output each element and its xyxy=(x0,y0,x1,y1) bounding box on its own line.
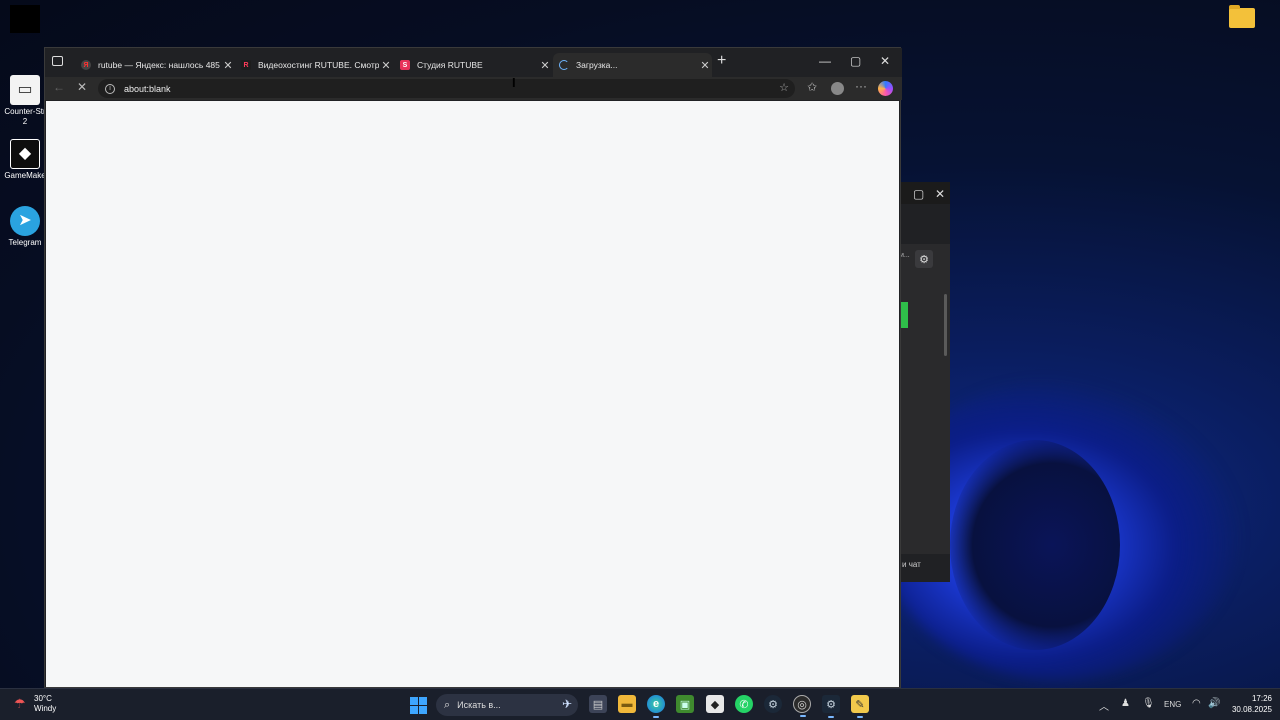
obs-icon[interactable]: ◎ xyxy=(793,695,811,717)
tab-strip: Я rutube — Яндекс: нашлось 485 р ✕ R Вид… xyxy=(45,48,902,77)
browser-window: Я rutube — Яндекс: нашлось 485 р ✕ R Вид… xyxy=(44,47,902,688)
weather-temp: 30°C xyxy=(34,694,52,703)
sticky-app-icon[interactable]: ✎ xyxy=(851,695,869,718)
desktop-icon-gamemaker[interactable]: ◆ GameMake xyxy=(2,139,48,181)
browser-toolbar: ← ✕ i about:blank ☆ ✩ ··· xyxy=(45,77,902,100)
page-content[interactable] xyxy=(46,101,899,687)
close-icon[interactable]: ✕ xyxy=(221,59,235,72)
background-scrollbar[interactable] xyxy=(944,294,947,356)
yandex-icon: Я xyxy=(81,60,91,70)
new-tab-icon[interactable]: + xyxy=(717,52,726,70)
clock-date: 30.08.2025 xyxy=(1231,705,1272,714)
background-window: и... и чат xyxy=(900,182,950,582)
search-highlight-icon: ✈ xyxy=(561,697,572,711)
search-icon: ⌕ xyxy=(444,698,451,711)
background-partial-text: и... xyxy=(900,252,910,259)
chevron-up-icon[interactable]: ︿ xyxy=(1099,698,1109,713)
volume-icon[interactable]: 🔊 xyxy=(1208,698,1220,709)
close-icon[interactable]: ✕ xyxy=(698,59,712,72)
taskbar: ☂ 30°C Windy ⌕ Искать в... ✈ ▤ ▬ e ▣ ◆ ✆… xyxy=(0,688,1280,720)
close-icon[interactable]: ✕ xyxy=(538,59,552,72)
favorite-star-icon[interactable]: ☆ xyxy=(779,81,789,94)
language-indicator[interactable]: ENG xyxy=(1164,700,1181,709)
tab-loading[interactable]: Загрузка... ✕ xyxy=(553,53,712,77)
wifi-icon[interactable]: ◠ xyxy=(1192,698,1201,709)
tab-title: rutube — Яндекс: нашлось 485 р xyxy=(98,60,221,70)
wallpaper-shadow xyxy=(950,440,1120,650)
favorites-icon[interactable]: ✩ xyxy=(807,80,817,94)
tab-title: Студия RUTUBE xyxy=(417,60,483,70)
close-icon[interactable]: ✕ xyxy=(379,59,393,72)
steam-icon-2[interactable]: ⚙ xyxy=(822,695,840,718)
whatsapp-icon[interactable]: ✆ xyxy=(735,695,753,713)
tab-actions-icon[interactable] xyxy=(52,56,63,66)
profile-avatar[interactable] xyxy=(831,82,844,95)
more-options-icon[interactable]: ··· xyxy=(855,79,867,93)
minimize-icon[interactable]: — xyxy=(819,54,831,68)
clock-time: 17:26 xyxy=(1251,694,1272,703)
gamemaker-icon: ◆ xyxy=(10,139,40,169)
close-window-icon[interactable]: ✕ xyxy=(880,54,890,68)
maximize-icon[interactable]: ▢ xyxy=(850,54,861,68)
steam-icon[interactable]: ⚙ xyxy=(764,695,782,713)
desktop-black-tile xyxy=(10,5,40,33)
tab-yandex[interactable]: Я rutube — Яндекс: нашлось 485 р ✕ xyxy=(75,53,235,77)
file-explorer-icon[interactable]: ▬ xyxy=(618,695,636,713)
weather-condition: Windy xyxy=(34,704,57,713)
gear-icon[interactable]: ⚙ xyxy=(915,250,933,268)
back-icon[interactable]: ← xyxy=(53,80,65,94)
background-window-panel xyxy=(900,244,950,554)
close-icon[interactable]: ✕ xyxy=(935,187,945,201)
rutube-studio-icon: S xyxy=(400,60,410,70)
weather-icon: ☂ xyxy=(14,696,26,711)
roblox-icon[interactable]: ◆ xyxy=(706,695,724,713)
desktop-icon-label: Telegram xyxy=(8,238,42,247)
counter-strike-icon: ▭ xyxy=(10,75,40,105)
tab-title: Загрузка... xyxy=(576,60,618,70)
microphone-icon[interactable]: 🎙 xyxy=(1142,698,1155,709)
desktop-icon-label: Counter-Str 2 xyxy=(4,107,46,126)
tab-rutube-studio[interactable]: S Студия RUTUBE ✕ xyxy=(394,53,552,77)
desktop-icon-telegram[interactable]: ➤ Telegram xyxy=(2,206,48,248)
address-bar[interactable]: i about:blank ☆ xyxy=(98,79,795,98)
text-cursor-icon: I xyxy=(512,75,516,90)
address-url[interactable]: about:blank xyxy=(124,84,171,94)
copilot-icon[interactable] xyxy=(878,81,893,96)
telegram-icon: ➤ xyxy=(10,206,40,236)
rutube-icon: R xyxy=(241,60,251,70)
clock[interactable]: 17:26 30.08.2025 xyxy=(1226,693,1272,715)
tab-rutube[interactable]: R Видеохостинг RUTUBE. Смотрите ✕ xyxy=(235,53,393,77)
desktop-icon-counter-strike[interactable]: ▭ Counter-Str 2 xyxy=(2,75,48,127)
minecraft-icon[interactable]: ▣ xyxy=(676,695,694,713)
task-view-icon[interactable]: ▤ xyxy=(589,695,607,713)
edge-icon[interactable]: e xyxy=(647,695,665,718)
background-green-bar xyxy=(900,302,908,328)
start-button[interactable] xyxy=(410,697,427,714)
site-info-icon[interactable]: i xyxy=(105,83,115,94)
search-label: Искать в... xyxy=(457,700,501,710)
maximize-icon[interactable]: ▢ xyxy=(913,187,924,201)
tab-title: Видеохостинг RUTUBE. Смотрите xyxy=(258,60,379,70)
stop-loading-icon[interactable]: ✕ xyxy=(77,80,87,94)
desktop-icon-label: GameMake xyxy=(4,171,46,180)
background-chat-text: и чат xyxy=(902,560,921,569)
taskbar-search[interactable]: ⌕ Искать в... ✈ xyxy=(436,694,578,716)
folder-icon[interactable] xyxy=(1229,5,1255,28)
weather-widget[interactable]: ☂ 30°C Windy xyxy=(14,694,56,714)
loading-spinner-icon xyxy=(559,60,569,70)
tray-app-icon[interactable]: ♟ xyxy=(1121,698,1130,709)
